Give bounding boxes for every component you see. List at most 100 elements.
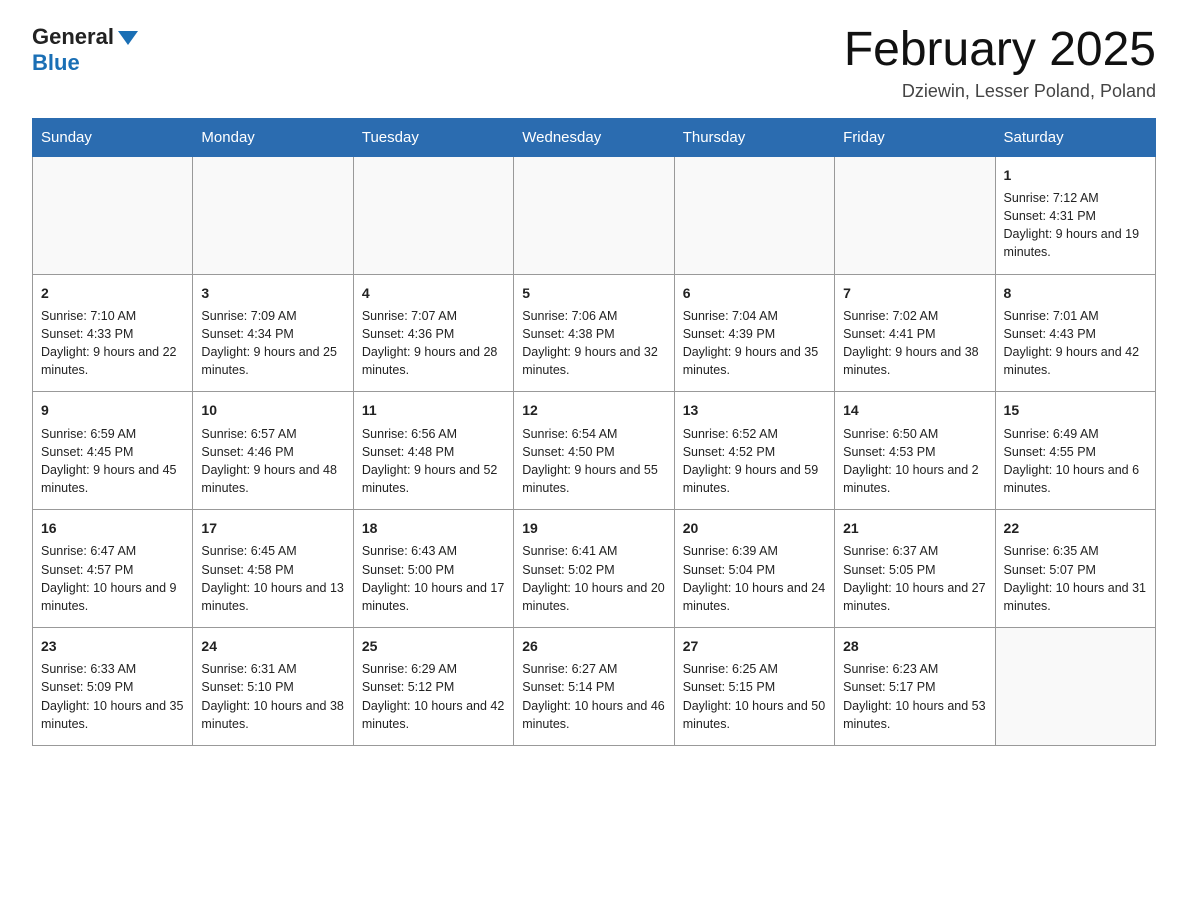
day-number: 20 bbox=[683, 518, 826, 538]
day-info: Sunrise: 6:57 AM Sunset: 4:46 PM Dayligh… bbox=[201, 425, 344, 498]
day-info: Sunrise: 6:56 AM Sunset: 4:48 PM Dayligh… bbox=[362, 425, 505, 498]
day-number: 1 bbox=[1004, 165, 1147, 185]
day-number: 22 bbox=[1004, 518, 1147, 538]
day-number: 23 bbox=[41, 636, 184, 656]
calendar-cell: 12Sunrise: 6:54 AM Sunset: 4:50 PM Dayli… bbox=[514, 392, 674, 510]
day-info: Sunrise: 7:12 AM Sunset: 4:31 PM Dayligh… bbox=[1004, 189, 1147, 262]
calendar-cell: 5Sunrise: 7:06 AM Sunset: 4:38 PM Daylig… bbox=[514, 274, 674, 392]
day-number: 6 bbox=[683, 283, 826, 303]
calendar-cell: 4 Sunrise: 7:07 AM Sunset: 4:36 PM Daylig… bbox=[353, 274, 513, 392]
day-info: Sunrise: 6:33 AM Sunset: 5:09 PM Dayligh… bbox=[41, 660, 184, 733]
day-number: 21 bbox=[843, 518, 986, 538]
week-row-2: 2 Sunrise: 7:10 AM Sunset: 4:33 PM Daylig… bbox=[33, 274, 1156, 392]
day-number: 4 bbox=[362, 283, 505, 303]
page-subtitle: Dziewin, Lesser Poland, Poland bbox=[844, 81, 1156, 102]
day-number: 8 bbox=[1004, 283, 1147, 303]
calendar-cell: 14 Sunrise: 6:50 AM Sunset: 4:53 PM Dayli… bbox=[835, 392, 995, 510]
day-number: 28 bbox=[843, 636, 986, 656]
day-info: Sunrise: 6:50 AM Sunset: 4:53 PM Dayligh… bbox=[843, 425, 986, 498]
weekday-header-sunday: Sunday bbox=[33, 118, 193, 156]
calendar-cell: 8Sunrise: 7:01 AM Sunset: 4:43 PM Daylig… bbox=[995, 274, 1155, 392]
calendar-cell: 9Sunrise: 6:59 AM Sunset: 4:45 PM Daylig… bbox=[33, 392, 193, 510]
calendar-cell: 10Sunrise: 6:57 AM Sunset: 4:46 PM Dayli… bbox=[193, 392, 353, 510]
day-info: Sunrise: 7:04 AM Sunset: 4:39 PM Dayligh… bbox=[683, 307, 826, 380]
day-number: 2 bbox=[41, 283, 184, 303]
weekday-header-row: SundayMondayTuesdayWednesdayThursdayFrid… bbox=[33, 118, 1156, 156]
day-number: 25 bbox=[362, 636, 505, 656]
calendar-cell bbox=[193, 156, 353, 274]
day-number: 14 bbox=[843, 400, 986, 420]
day-info: Sunrise: 6:59 AM Sunset: 4:45 PM Dayligh… bbox=[41, 425, 184, 498]
calendar-body: 1 Sunrise: 7:12 AM Sunset: 4:31 PM Daylig… bbox=[33, 156, 1156, 745]
calendar-cell: 16Sunrise: 6:47 AM Sunset: 4:57 PM Dayli… bbox=[33, 510, 193, 628]
calendar-cell: 18Sunrise: 6:43 AM Sunset: 5:00 PM Dayli… bbox=[353, 510, 513, 628]
day-info: Sunrise: 6:29 AM Sunset: 5:12 PM Dayligh… bbox=[362, 660, 505, 733]
day-number: 19 bbox=[522, 518, 665, 538]
logo-general-text: General bbox=[32, 24, 114, 50]
day-info: Sunrise: 6:27 AM Sunset: 5:14 PM Dayligh… bbox=[522, 660, 665, 733]
day-number: 27 bbox=[683, 636, 826, 656]
calendar-cell: 27Sunrise: 6:25 AM Sunset: 5:15 PM Dayli… bbox=[674, 627, 834, 745]
weekday-header-friday: Friday bbox=[835, 118, 995, 156]
day-number: 5 bbox=[522, 283, 665, 303]
day-info: Sunrise: 6:45 AM Sunset: 4:58 PM Dayligh… bbox=[201, 542, 344, 615]
week-row-5: 23 Sunrise: 6:33 AM Sunset: 5:09 PM Dayli… bbox=[33, 627, 1156, 745]
day-number: 12 bbox=[522, 400, 665, 420]
calendar-cell: 6 Sunrise: 7:04 AM Sunset: 4:39 PM Daylig… bbox=[674, 274, 834, 392]
day-info: Sunrise: 6:41 AM Sunset: 5:02 PM Dayligh… bbox=[522, 542, 665, 615]
day-info: Sunrise: 6:37 AM Sunset: 5:05 PM Dayligh… bbox=[843, 542, 986, 615]
page-title: February 2025 bbox=[844, 24, 1156, 77]
day-info: Sunrise: 7:09 AM Sunset: 4:34 PM Dayligh… bbox=[201, 307, 344, 380]
calendar-cell: 23 Sunrise: 6:33 AM Sunset: 5:09 PM Dayli… bbox=[33, 627, 193, 745]
day-info: Sunrise: 6:31 AM Sunset: 5:10 PM Dayligh… bbox=[201, 660, 344, 733]
calendar-cell bbox=[514, 156, 674, 274]
calendar-cell: 13 Sunrise: 6:52 AM Sunset: 4:52 PM Dayli… bbox=[674, 392, 834, 510]
week-row-1: 1 Sunrise: 7:12 AM Sunset: 4:31 PM Daylig… bbox=[33, 156, 1156, 274]
calendar-cell bbox=[674, 156, 834, 274]
day-number: 11 bbox=[362, 400, 505, 420]
calendar-cell: 1 Sunrise: 7:12 AM Sunset: 4:31 PM Daylig… bbox=[995, 156, 1155, 274]
title-block: February 2025 Dziewin, Lesser Poland, Po… bbox=[844, 24, 1156, 102]
logo-arrow-icon bbox=[118, 31, 138, 45]
calendar-cell: 3Sunrise: 7:09 AM Sunset: 4:34 PM Daylig… bbox=[193, 274, 353, 392]
week-row-4: 16Sunrise: 6:47 AM Sunset: 4:57 PM Dayli… bbox=[33, 510, 1156, 628]
weekday-header-saturday: Saturday bbox=[995, 118, 1155, 156]
day-number: 17 bbox=[201, 518, 344, 538]
day-info: Sunrise: 7:10 AM Sunset: 4:33 PM Dayligh… bbox=[41, 307, 184, 380]
day-number: 18 bbox=[362, 518, 505, 538]
day-number: 15 bbox=[1004, 400, 1147, 420]
calendar-cell bbox=[995, 627, 1155, 745]
day-info: Sunrise: 6:39 AM Sunset: 5:04 PM Dayligh… bbox=[683, 542, 826, 615]
calendar-cell bbox=[835, 156, 995, 274]
calendar-cell bbox=[33, 156, 193, 274]
day-number: 7 bbox=[843, 283, 986, 303]
calendar-cell: 26Sunrise: 6:27 AM Sunset: 5:14 PM Dayli… bbox=[514, 627, 674, 745]
logo-blue-text: Blue bbox=[32, 50, 80, 76]
calendar-header: SundayMondayTuesdayWednesdayThursdayFrid… bbox=[33, 118, 1156, 156]
day-info: Sunrise: 6:52 AM Sunset: 4:52 PM Dayligh… bbox=[683, 425, 826, 498]
weekday-header-thursday: Thursday bbox=[674, 118, 834, 156]
logo-top: General bbox=[32, 24, 138, 50]
weekday-header-wednesday: Wednesday bbox=[514, 118, 674, 156]
calendar-cell: 20 Sunrise: 6:39 AM Sunset: 5:04 PM Dayli… bbox=[674, 510, 834, 628]
day-info: Sunrise: 6:23 AM Sunset: 5:17 PM Dayligh… bbox=[843, 660, 986, 733]
weekday-header-monday: Monday bbox=[193, 118, 353, 156]
calendar-cell: 25 Sunrise: 6:29 AM Sunset: 5:12 PM Dayli… bbox=[353, 627, 513, 745]
logo: General Blue bbox=[32, 24, 138, 76]
calendar-cell: 17 Sunrise: 6:45 AM Sunset: 4:58 PM Dayli… bbox=[193, 510, 353, 628]
calendar-table: SundayMondayTuesdayWednesdayThursdayFrid… bbox=[32, 118, 1156, 746]
day-info: Sunrise: 7:02 AM Sunset: 4:41 PM Dayligh… bbox=[843, 307, 986, 380]
day-info: Sunrise: 7:07 AM Sunset: 4:36 PM Dayligh… bbox=[362, 307, 505, 380]
calendar-cell: 24Sunrise: 6:31 AM Sunset: 5:10 PM Dayli… bbox=[193, 627, 353, 745]
day-info: Sunrise: 6:35 AM Sunset: 5:07 PM Dayligh… bbox=[1004, 542, 1147, 615]
calendar-cell: 7 Sunrise: 7:02 AM Sunset: 4:41 PM Daylig… bbox=[835, 274, 995, 392]
calendar-cell: 15 Sunrise: 6:49 AM Sunset: 4:55 PM Dayli… bbox=[995, 392, 1155, 510]
day-number: 13 bbox=[683, 400, 826, 420]
weekday-header-tuesday: Tuesday bbox=[353, 118, 513, 156]
page-header: General Blue February 2025 Dziewin, Less… bbox=[32, 24, 1156, 102]
week-row-3: 9Sunrise: 6:59 AM Sunset: 4:45 PM Daylig… bbox=[33, 392, 1156, 510]
calendar-cell: 19 Sunrise: 6:41 AM Sunset: 5:02 PM Dayli… bbox=[514, 510, 674, 628]
calendar-cell bbox=[353, 156, 513, 274]
day-info: Sunrise: 6:49 AM Sunset: 4:55 PM Dayligh… bbox=[1004, 425, 1147, 498]
calendar-cell: 2 Sunrise: 7:10 AM Sunset: 4:33 PM Daylig… bbox=[33, 274, 193, 392]
